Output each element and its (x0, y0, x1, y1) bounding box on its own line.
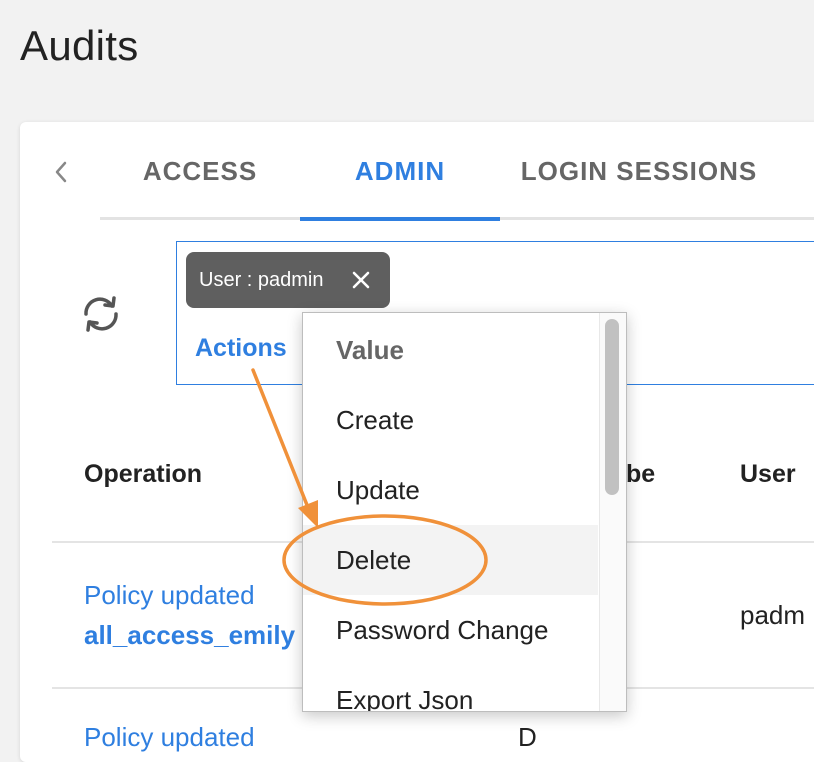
dropdown-item-export-json[interactable]: Export Json (303, 665, 598, 711)
page-title: Audits (20, 22, 139, 69)
refresh-icon[interactable] (78, 294, 124, 334)
dropdown-item-delete[interactable]: Delete (303, 525, 598, 595)
close-icon[interactable] (350, 269, 372, 291)
table-row-operation[interactable]: Policy updated (84, 580, 255, 611)
dropdown-item-update[interactable]: Update (303, 455, 598, 525)
column-header-user[interactable]: User (740, 460, 796, 489)
table-row-operation[interactable]: Policy updated (84, 722, 255, 753)
column-header-type[interactable]: be (626, 460, 655, 489)
table-row-type: D (518, 722, 537, 752)
tab-admin[interactable]: ADMIN (300, 154, 500, 188)
tab-login-sessions[interactable]: LOGIN SESSIONS (512, 154, 766, 188)
filter-chip-label: User : padmin (199, 269, 324, 291)
tab-access[interactable]: ACCESS (120, 154, 280, 188)
table-row-user: padm (740, 600, 806, 630)
active-tab-indicator (300, 217, 500, 221)
filter-chip-user: User : padmin (186, 252, 390, 308)
actions-dropdown-menu: Value Create Update Delete Password Chan… (302, 312, 627, 712)
actions-filter-link[interactable]: Actions (195, 334, 287, 363)
dropdown-header-value: Value (336, 335, 404, 365)
chevron-left-icon[interactable] (50, 158, 72, 186)
dropdown-scrollbar-thumb[interactable] (605, 319, 619, 495)
dropdown-item-password-change[interactable]: Password Change (303, 595, 598, 665)
dropdown-item-create[interactable]: Create (303, 385, 598, 455)
column-header-operation[interactable]: Operation (84, 460, 202, 489)
table-row-policy-name[interactable]: all_access_emily (84, 620, 295, 651)
